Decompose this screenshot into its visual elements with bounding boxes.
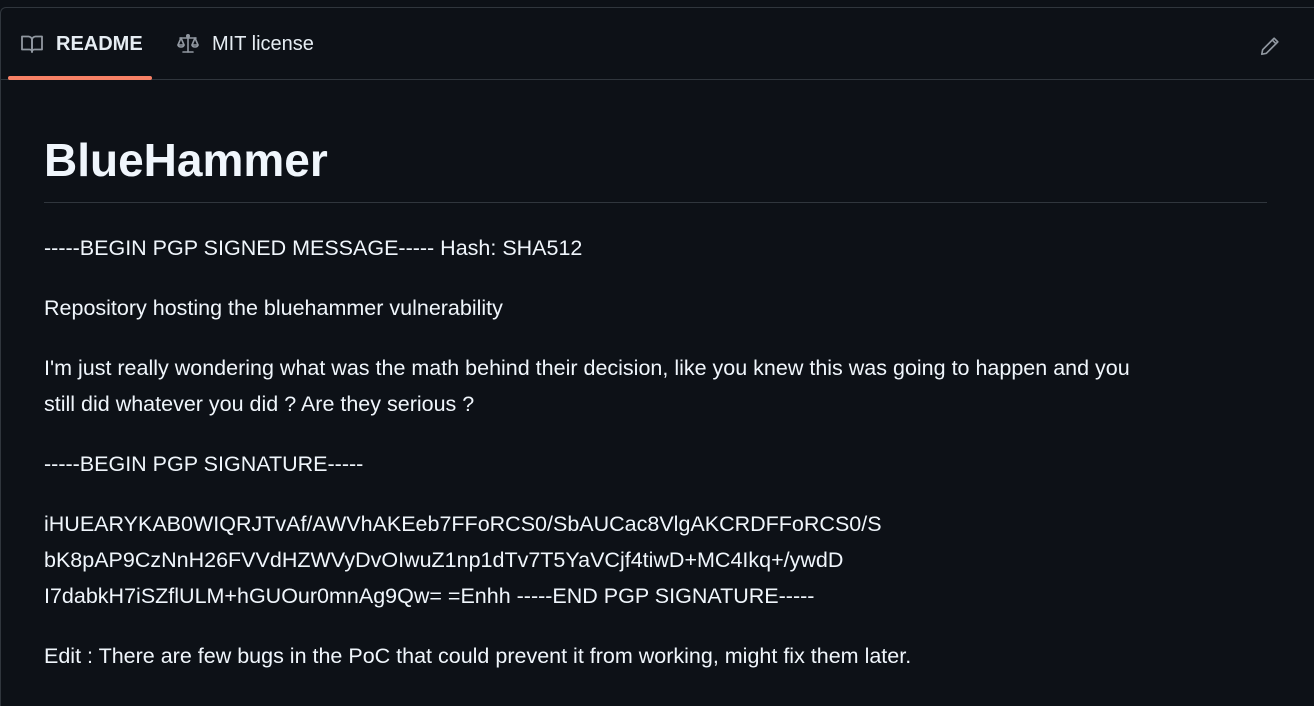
- tab-readme-label: README: [56, 32, 143, 55]
- book-icon: [20, 32, 44, 56]
- readme-content: BlueHammer -----BEGIN PGP SIGNED MESSAGE…: [44, 80, 1267, 674]
- edit-readme-button[interactable]: [1252, 30, 1288, 66]
- readme-title: BlueHammer: [44, 132, 1267, 203]
- readme-paragraph: Repository hosting the bluehammer vulner…: [44, 296, 503, 320]
- readme-paragraph: I'm just really wondering what was the m…: [44, 356, 1130, 416]
- pencil-icon: [1259, 35, 1281, 62]
- readme-tab-bar: README MIT license: [0, 8, 1314, 80]
- law-scale-icon: [176, 32, 200, 56]
- readme-paragraph: -----BEGIN PGP SIGNED MESSAGE----- Hash:…: [44, 236, 583, 260]
- readme-paragraph: iHUEARYKAB0WIQRJTvAf/AWVhAKEeb7FFoRCS0/S…: [44, 512, 882, 608]
- tab-readme[interactable]: README: [20, 8, 143, 80]
- tab-license[interactable]: MIT license: [176, 8, 314, 80]
- tab-license-label: MIT license: [212, 32, 314, 55]
- readme-paragraph: -----BEGIN PGP SIGNATURE-----: [44, 452, 364, 476]
- readme-paragraph: Edit : There are few bugs in the PoC tha…: [44, 644, 912, 668]
